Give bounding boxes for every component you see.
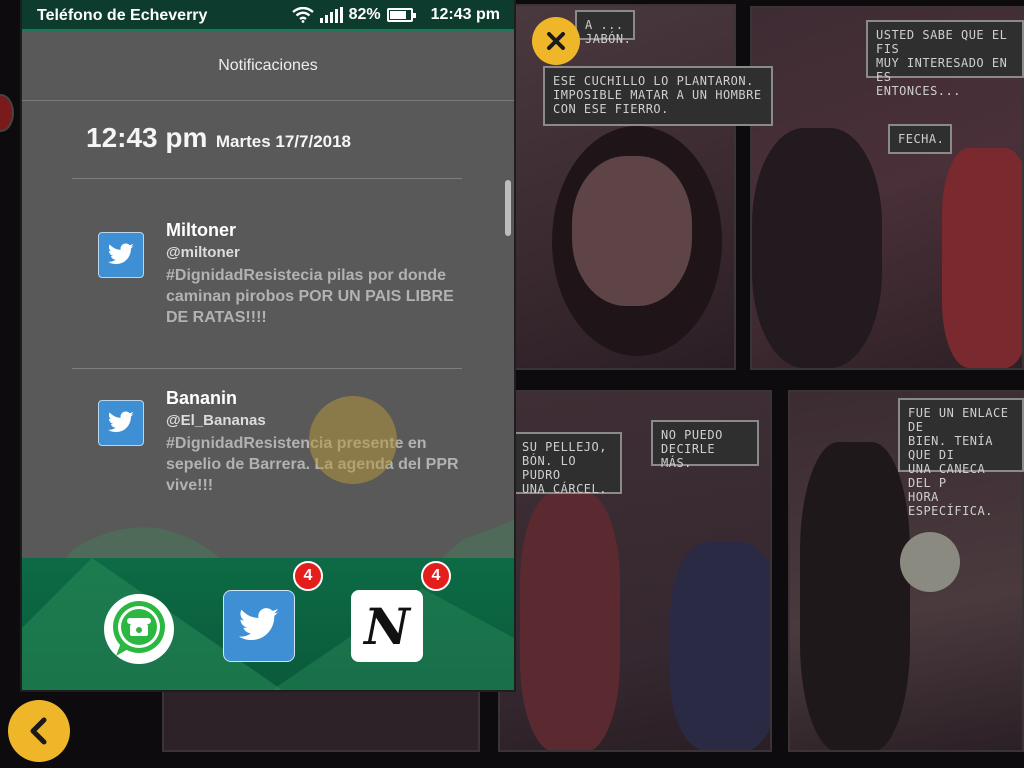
phone-screen: Teléfono de Echeverry 82% 12:43 pm Notif… xyxy=(22,0,514,690)
divider xyxy=(72,368,462,369)
speech-bubble: SU PELLEJO, BÓN. LO PUDRO UNA CÁRCEL. xyxy=(512,432,622,496)
phone-owner-title: Teléfono de Echeverry xyxy=(37,7,208,24)
character-face xyxy=(572,156,692,306)
speech-bubble: FUE UN ENLACE DE BIEN. TENÍA QUE DI UNA … xyxy=(898,398,1024,518)
status-icons: 82% 12:43 pm xyxy=(291,6,500,24)
close-phone-button[interactable] xyxy=(532,17,580,65)
news-app-button[interactable]: N xyxy=(351,590,423,662)
news-logo-icon: N xyxy=(364,596,410,656)
comic-panel-5 xyxy=(162,690,480,752)
clock-row: 12:43 pm Martes 17/7/2018 xyxy=(86,122,351,154)
character-silhouette xyxy=(520,492,620,750)
chevron-left-icon xyxy=(30,717,47,745)
status-time: 12:43 pm xyxy=(430,6,500,23)
speech-bubble: FECHA. xyxy=(888,124,952,154)
status-bar: Teléfono de Echeverry 82% 12:43 pm xyxy=(22,0,514,32)
twitter-icon xyxy=(98,232,144,278)
back-button[interactable] xyxy=(8,700,70,762)
signal-icon xyxy=(319,7,343,23)
notification-handle: @miltoner xyxy=(166,244,240,261)
wall-clock xyxy=(900,532,960,592)
battery-icon xyxy=(386,8,416,22)
speech-bubble: ESE CUCHILLO LO PLANTARON. IMPOSIBLE MAT… xyxy=(543,66,773,126)
whatsapp-app-button[interactable] xyxy=(104,594,174,664)
character-silhouette xyxy=(670,542,770,750)
comic-panel-1 xyxy=(500,4,736,370)
speech-bubble: NO PUEDO DECIRLE MÁS. xyxy=(651,420,759,470)
character-silhouette xyxy=(800,442,910,750)
character-silhouette xyxy=(752,128,882,368)
wifi-icon xyxy=(291,7,314,23)
twitter-icon xyxy=(238,608,279,641)
battery-percent: 82% xyxy=(348,6,381,23)
twitter-notification-badge: 4 xyxy=(293,561,323,591)
clock-date: Martes 17/7/2018 xyxy=(215,132,352,151)
touch-indicator xyxy=(309,396,397,484)
character-silhouette xyxy=(942,148,1022,368)
notification-sender: Bananin xyxy=(166,388,238,408)
twitter-icon xyxy=(98,400,144,446)
divider xyxy=(72,178,462,179)
speech-bubble: A ... JABÓN. xyxy=(575,10,635,46)
speech-bubble: USTED SABE QUE EL FIS MUY INTERESADO EN … xyxy=(866,20,1024,98)
close-icon xyxy=(547,32,565,50)
notifications-header: Notificaciones xyxy=(22,35,514,101)
notification-message: #DignidadResistecia pilas por donde cami… xyxy=(166,267,454,326)
notification-sender: Miltoner xyxy=(166,220,236,240)
phone-chat-icon xyxy=(113,601,165,656)
twitter-app-button[interactable] xyxy=(223,590,295,662)
clock-time: 12:43 pm xyxy=(86,122,208,153)
notifications-scrollbar[interactable] xyxy=(505,180,511,236)
news-notification-badge: 4 xyxy=(421,561,451,591)
